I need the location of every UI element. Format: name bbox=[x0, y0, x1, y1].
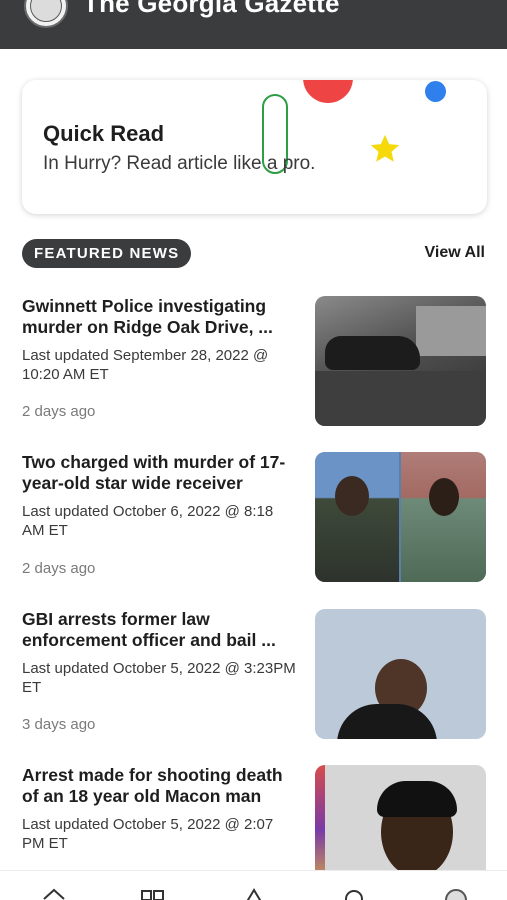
app-header: The Georgia Gazette bbox=[0, 0, 507, 49]
news-thumbnail[interactable] bbox=[315, 765, 486, 870]
quick-read-card[interactable]: Quick Read In Hurry? Read article like a… bbox=[22, 80, 487, 214]
quick-read-title: Quick Read bbox=[43, 121, 165, 146]
news-updated: Last updated October 5, 2022 @ 3:23PM ET bbox=[22, 660, 296, 696]
news-age: 2 days ago bbox=[22, 560, 96, 577]
news-updated: Last updated October 6, 2022 @ 8:18 AM E… bbox=[22, 503, 274, 539]
news-item[interactable]: Two charged with murder of 17-year-old s… bbox=[0, 452, 507, 592]
star-icon bbox=[370, 134, 400, 162]
grid-icon[interactable] bbox=[139, 887, 167, 900]
news-thumbnail[interactable] bbox=[315, 296, 486, 426]
news-headline[interactable]: GBI arrests former law enforcement offic… bbox=[22, 609, 298, 651]
news-headline[interactable]: Two charged with murder of 17-year-old s… bbox=[22, 452, 298, 494]
featured-news-label: FEATURED NEWS bbox=[22, 239, 192, 268]
alert-icon[interactable] bbox=[240, 887, 268, 900]
news-thumbnail[interactable] bbox=[315, 452, 486, 582]
blue-dot-decoration bbox=[425, 81, 446, 102]
news-item[interactable]: GBI arrests former law enforcement offic… bbox=[0, 609, 507, 749]
news-headline[interactable]: Gwinnett Police investigating murder on … bbox=[22, 296, 298, 338]
news-thumbnail[interactable] bbox=[315, 609, 486, 739]
news-headline[interactable]: Arrest made for shooting death of an 18 … bbox=[22, 765, 298, 807]
app-title: The Georgia Gazette bbox=[83, 0, 340, 18]
home-icon[interactable] bbox=[40, 887, 68, 900]
search-icon[interactable] bbox=[340, 887, 368, 900]
newspaper-logo-icon[interactable] bbox=[24, 0, 68, 28]
quick-read-subtitle: In Hurry? Read article like a pro. bbox=[43, 153, 316, 174]
news-updated: Last updated September 28, 2022 @ 10:20 … bbox=[22, 347, 269, 383]
news-age: 2 days ago bbox=[22, 403, 96, 420]
news-age: 3 days ago bbox=[22, 716, 96, 733]
view-all-link[interactable]: View All bbox=[425, 244, 485, 262]
red-circle-decoration bbox=[303, 80, 353, 103]
bottom-navigation bbox=[0, 870, 507, 900]
profile-icon[interactable] bbox=[442, 887, 470, 900]
news-item[interactable]: Gwinnett Police investigating murder on … bbox=[0, 296, 507, 436]
news-updated: Last updated October 5, 2022 @ 2:07 PM E… bbox=[22, 816, 274, 852]
news-item[interactable]: Arrest made for shooting death of an 18 … bbox=[0, 765, 507, 870]
